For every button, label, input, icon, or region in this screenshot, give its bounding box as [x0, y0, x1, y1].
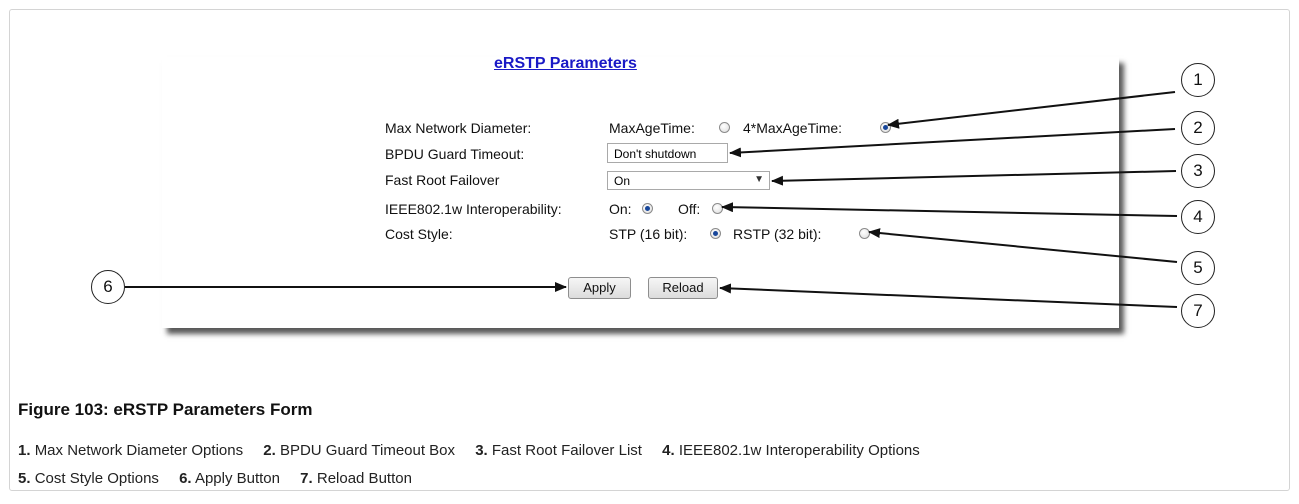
callout-3: 3 [1181, 154, 1215, 188]
callout-7: 7 [1181, 294, 1215, 328]
callout-2-arrow [729, 128, 1176, 158]
figure-caption: Figure 103: eRSTP Parameters Form [18, 400, 313, 419]
callout-4: 4 [1181, 200, 1215, 234]
callout-2: 2 [1181, 111, 1215, 145]
callout-6: 6 [91, 270, 125, 304]
callout-1-arrow [887, 91, 1176, 129]
callout-4-arrow [721, 202, 1178, 217]
callout-1: 1 [1181, 63, 1215, 97]
figure-legend-line-1: 1. Max Network Diameter Options 2. BPDU … [18, 442, 936, 459]
figure-legend-line-2: 5. Cost Style Options 6. Apply Button 7.… [18, 470, 428, 487]
callout-7-arrow [719, 283, 1178, 308]
legend-item-4: 4. IEEE802.1w Interoperability Options [662, 442, 920, 459]
legend-item-2: 2. BPDU Guard Timeout Box [263, 442, 456, 459]
callout-arrows [125, 91, 1178, 308]
legend-item-7: 7. Reload Button [300, 470, 412, 487]
callout-5-arrow [868, 228, 1178, 263]
legend-item-5: 5. Cost Style Options [18, 470, 159, 487]
legend-item-6: 6. Apply Button [179, 470, 280, 487]
callout-5: 5 [1181, 251, 1215, 285]
callout-3-arrow [771, 170, 1177, 186]
legend-item-3: 3. Fast Root Failover List [475, 442, 642, 459]
legend-item-1: 1. Max Network Diameter Options [18, 442, 244, 459]
